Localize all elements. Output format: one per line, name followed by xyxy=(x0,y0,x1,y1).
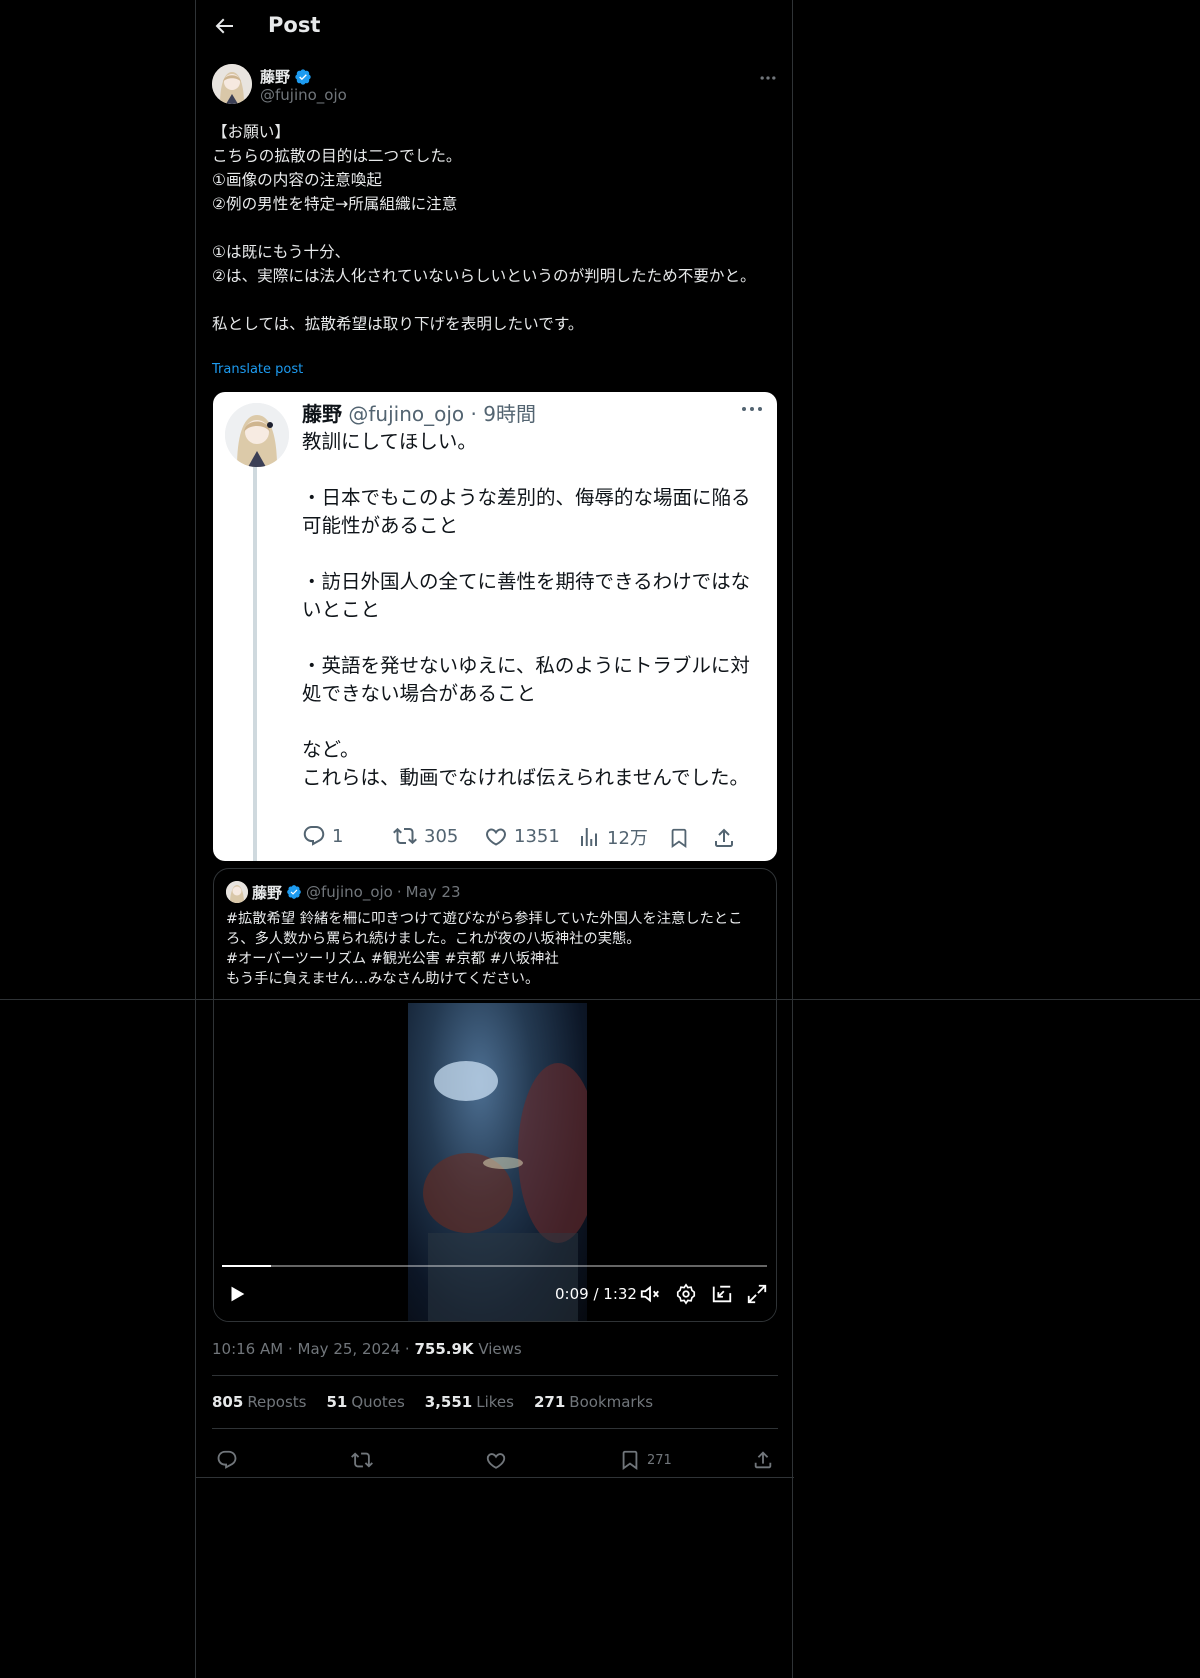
post-time[interactable]: 10:16 AM xyxy=(212,1340,283,1358)
pip-icon[interactable] xyxy=(711,1283,733,1305)
verified-badge-icon[interactable] xyxy=(294,68,312,86)
post-date[interactable]: May 25, 2024 xyxy=(298,1340,401,1358)
image-display-name: 藤野 xyxy=(302,402,342,426)
name-row: 藤野 xyxy=(260,66,312,87)
divider xyxy=(212,1428,778,1429)
bookmark-count: 271 xyxy=(647,1452,672,1468)
thread-line xyxy=(253,464,257,861)
handle[interactable]: @fujino_ojo xyxy=(260,86,347,104)
share-icon xyxy=(715,828,733,847)
image-like-count: 1351 xyxy=(514,825,560,847)
quotes-stat[interactable]: 51 Quotes xyxy=(327,1393,405,1411)
views-count: 755.9K xyxy=(414,1340,474,1358)
post-text: 【お願い】 こちらの拡散の目的は二つでした。 ①画像の内容の注意喚起 ②例の男性… xyxy=(212,123,756,333)
like-icon xyxy=(486,1453,506,1469)
quoted-separator: · xyxy=(396,883,402,901)
meta-separator: · xyxy=(404,1340,410,1358)
mute-icon[interactable] xyxy=(639,1283,661,1305)
translate-post-link[interactable]: Translate post xyxy=(212,362,303,377)
repost-icon xyxy=(393,827,417,845)
quoted-display-name: 藤野 xyxy=(252,883,283,902)
video-progress-fill xyxy=(222,1265,272,1267)
quoted-header: 藤野 @fujino_ojo · May 23 xyxy=(226,881,461,903)
reply-button[interactable] xyxy=(216,1442,238,1478)
play-icon[interactable] xyxy=(226,1283,248,1305)
video-player[interactable]: 0:09 / 1:32 xyxy=(214,1003,776,1321)
image-avatar xyxy=(225,403,289,467)
image-reply-count: 1 xyxy=(332,825,344,847)
meta-separator: · xyxy=(287,1340,293,1358)
verified-badge-icon xyxy=(287,885,301,899)
views-label: Views xyxy=(478,1340,522,1358)
likes-stat[interactable]: 3,551 Likes xyxy=(425,1393,514,1411)
views-icon xyxy=(581,828,597,846)
quoted-text: #拡散希望 鈴緒を柵に叩きつけて遊びながら参拝していた外国人を注意したところ、多… xyxy=(226,911,743,987)
quoted-handle: @fujino_ojo xyxy=(306,883,393,901)
post-author: 藤野 @fujino_ojo xyxy=(212,64,778,108)
share-button[interactable] xyxy=(752,1442,774,1478)
video-time: 0:09 / 1:32 xyxy=(555,1285,637,1303)
video-thumbnail xyxy=(423,1061,587,1321)
image-repost-count: 305 xyxy=(424,825,459,847)
like-button[interactable] xyxy=(485,1442,507,1478)
bookmark-button[interactable]: 271 xyxy=(619,1442,672,1478)
display-name[interactable]: 藤野 xyxy=(260,66,290,87)
image-handle: @fujino_ojo xyxy=(348,402,465,426)
image-action-bar: 1 305 1351 12万 xyxy=(302,824,762,852)
bookmark-icon xyxy=(671,828,687,849)
reposts-stat[interactable]: 805 Reposts xyxy=(212,1393,307,1411)
main-column: Post 藤野 @fujino_ojo 【お願い】 こちらの拡散の目的は二つでし… xyxy=(195,0,794,1678)
avatar-illustration-icon xyxy=(225,403,289,467)
more-icon[interactable] xyxy=(758,68,778,88)
quoted-date: May 23 xyxy=(405,883,461,901)
image-reply: 1 xyxy=(302,824,343,848)
fullscreen-icon[interactable] xyxy=(746,1283,768,1305)
avatar[interactable] xyxy=(212,64,252,104)
reply-icon xyxy=(303,826,325,846)
bookmarks-stat[interactable]: 271 Bookmarks xyxy=(534,1393,653,1411)
quoted-post[interactable]: 藤野 @fujino_ojo · May 23 #拡散希望 鈴緒を柵に叩きつけて… xyxy=(213,868,777,1322)
attached-image[interactable]: 藤野 @fujino_ojo · 9時間 教訓にしてほしい。 ・日本でもこのよう… xyxy=(213,392,777,861)
video-frame xyxy=(408,1003,587,1321)
reply-icon xyxy=(217,1450,237,1469)
video-progress-track[interactable] xyxy=(222,1265,767,1267)
image-time: · 9時間 xyxy=(470,402,536,426)
share-icon xyxy=(754,1451,772,1469)
image-views-count: 12万 xyxy=(607,828,648,849)
top-bar: Post xyxy=(196,0,794,54)
quoted-avatar xyxy=(226,881,248,903)
image-views: 12万 xyxy=(577,824,648,850)
divider xyxy=(212,1375,778,1376)
bookmark-icon xyxy=(622,1450,638,1471)
like-icon xyxy=(485,828,507,846)
image-more-icon xyxy=(742,407,762,411)
post-actions: 271 xyxy=(196,1442,794,1478)
repost-button[interactable] xyxy=(351,1442,373,1478)
divider xyxy=(196,1477,794,1478)
repost-icon xyxy=(351,1452,373,1468)
avatar-illustration-icon xyxy=(212,64,252,104)
image-like: 1351 xyxy=(484,824,560,848)
screen-seam-line xyxy=(0,999,1200,1000)
back-arrow-icon[interactable] xyxy=(212,14,236,38)
settings-icon[interactable] xyxy=(675,1283,697,1305)
image-repost: 305 xyxy=(392,824,458,848)
image-post-header: 藤野 @fujino_ojo · 9時間 xyxy=(302,398,536,427)
image-post-text: 教訓にしてほしい。 ・日本でもこのような差別的、侮辱的な場面に陥る可能性があるこ… xyxy=(302,430,751,789)
avatar-illustration-icon xyxy=(226,881,248,903)
engagement-stats: 805 Reposts 51 Quotes 3,551 Likes 271 Bookma… xyxy=(212,1393,653,1411)
page-title: Post xyxy=(268,13,321,37)
post-meta: 10:16 AM · May 25, 2024 · 755.9K Views xyxy=(212,1340,522,1358)
